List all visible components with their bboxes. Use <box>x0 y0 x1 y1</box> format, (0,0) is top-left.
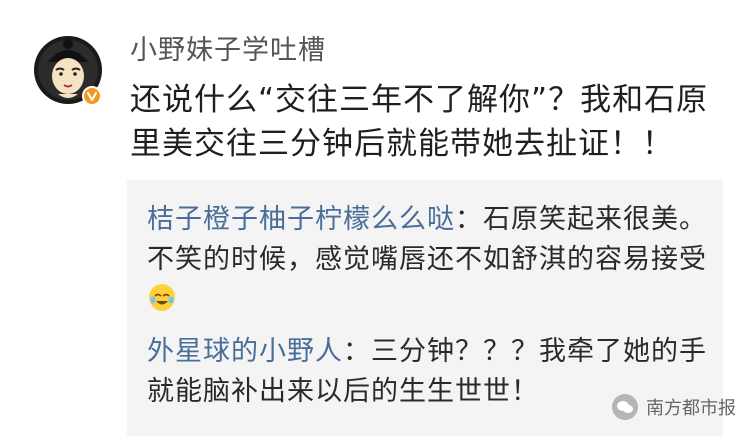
comment-item: 桔子橙子柚子柠檬么么哒：石原笑起来很美。不笑的时候，感觉嘴唇还不如舒淇的容易接受 <box>147 200 707 320</box>
comment-separator: ： <box>455 204 483 235</box>
comment-author[interactable]: 外星球的小野人 <box>147 336 343 367</box>
watermark: 南方都市报 <box>612 394 736 420</box>
wechat-logo-icon <box>612 394 638 420</box>
verified-badge-icon <box>82 86 102 106</box>
comment-separator: ： <box>343 336 371 367</box>
laughing-crying-emoji-icon <box>149 284 175 311</box>
post-text: 还说什么“交往三年不了解你”？我和石原里美交往三分钟后就能带她去扯证！！ <box>130 82 709 162</box>
comment-author[interactable]: 桔子橙子柚子柠檬么么哒 <box>147 204 455 235</box>
watermark-text: 南方都市报 <box>646 398 736 419</box>
post-username[interactable]: 小野妹子学吐槽 <box>130 28 326 67</box>
